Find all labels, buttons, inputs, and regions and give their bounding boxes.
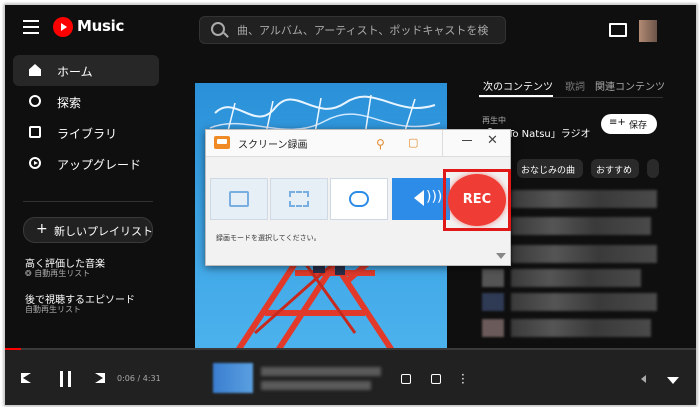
tab-active-indicator: [479, 95, 553, 97]
sidebar-item-label: ライブラリ: [57, 127, 118, 141]
minimize-icon[interactable]: [462, 140, 472, 141]
tab-related[interactable]: 関連コンテンツ: [595, 78, 665, 93]
chip-label: おなじみの曲: [521, 166, 576, 176]
progress-fill: [5, 348, 21, 350]
sidebar-item-upgrade[interactable]: アップグレード: [13, 148, 159, 179]
chip-recommended[interactable]: おすすめ: [591, 159, 639, 178]
expand-icon[interactable]: [667, 377, 679, 384]
youtube-music-logo-icon[interactable]: [53, 17, 73, 37]
rec-button[interactable]: REC: [448, 174, 506, 226]
progress-bar[interactable]: [5, 348, 696, 350]
sidebar-item-label: ホーム: [57, 65, 93, 79]
titlebar-separator: [442, 130, 443, 156]
tab-lyrics[interactable]: 歌詞: [565, 78, 585, 93]
screen-recorder-dialog: スクリーン録画 ⚲ ▢ ✕ ))) REC 録画モードを選択してください。: [205, 129, 511, 266]
chip-familiar[interactable]: おなじみの曲: [517, 159, 583, 178]
cast-icon[interactable]: [609, 23, 627, 37]
queue-item[interactable]: [511, 245, 657, 263]
queue-item[interactable]: [511, 319, 651, 337]
cart-icon[interactable]: ▢: [408, 136, 418, 149]
dislike-icon[interactable]: [401, 374, 411, 384]
sidebar-item-label: アップグレード: [57, 158, 142, 172]
mode-hint: 録画モードを選択してください。: [216, 234, 321, 242]
sidebar-item-library[interactable]: ライブラリ: [13, 117, 159, 148]
playlist-liked-subtitle: ❂ 自動再生リスト: [25, 269, 91, 278]
queue-thumb[interactable]: [482, 319, 504, 337]
youtube-music-window: Music 曲、アルバム、アーティスト、ポッドキャストを検 ホーム 探索 ライブ…: [4, 4, 697, 406]
player-bar: [5, 348, 696, 405]
time-display: 0:06 / 4:31: [117, 374, 161, 383]
tab-divider: [479, 97, 663, 98]
new-playlist-label: 新しいプレイリスト: [54, 225, 153, 238]
mode-region-button[interactable]: [210, 178, 268, 220]
playlist-add-icon: ≡+: [609, 117, 626, 128]
avatar[interactable]: [639, 20, 657, 42]
playlist-episodes-subtitle: 自動再生リスト: [25, 305, 81, 314]
key-icon[interactable]: ⚲: [376, 137, 385, 151]
track-artist[interactable]: [261, 381, 371, 390]
upgrade-icon: [29, 157, 41, 169]
mode-fullscreen-button[interactable]: [270, 178, 328, 220]
save-label: 保存: [629, 121, 648, 131]
plus-icon: +: [36, 221, 48, 237]
new-playlist-button[interactable]: + 新しいプレイリスト: [23, 217, 153, 243]
queue-item[interactable]: [511, 190, 657, 208]
like-icon[interactable]: [431, 374, 441, 384]
sound-waves-icon: ))): [426, 189, 443, 205]
queue-thumb[interactable]: [482, 293, 504, 311]
sidebar-item-explore[interactable]: 探索: [13, 86, 159, 117]
home-icon: [29, 64, 41, 76]
tab-up-next[interactable]: 次のコンテンツ: [483, 78, 553, 93]
mode-game-button[interactable]: [330, 178, 388, 220]
compass-icon: [29, 95, 41, 107]
dialog-title: スクリーン録画: [238, 140, 308, 151]
more-icon[interactable]: · · ·: [461, 369, 465, 389]
sidebar-divider: [23, 201, 153, 202]
search-placeholder[interactable]: 曲、アルバム、アーティスト、ポッドキャストを検: [237, 22, 488, 38]
sidebar-item-label: 探索: [57, 96, 82, 110]
chip-label: おすすめ: [596, 166, 633, 176]
track-title[interactable]: [261, 367, 381, 376]
dropdown-arrow-icon[interactable]: [496, 253, 506, 259]
logo-text[interactable]: Music: [77, 17, 124, 35]
queue-item[interactable]: [511, 269, 641, 287]
close-icon[interactable]: ✕: [487, 133, 498, 148]
sidebar-item-home[interactable]: ホーム: [13, 55, 159, 86]
rec-label: REC: [462, 192, 492, 207]
search-icon: [211, 22, 225, 36]
queue-item[interactable]: [511, 217, 651, 235]
queue-thumb[interactable]: [482, 269, 504, 287]
mode-audio-button[interactable]: ))): [392, 178, 450, 220]
gamepad-icon: [349, 191, 369, 207]
pin-icon: ❂: [25, 269, 32, 278]
chip-more[interactable]: [647, 159, 659, 178]
audio-icon: [414, 190, 424, 206]
pause-icon[interactable]: [59, 371, 73, 387]
track-thumbnail[interactable]: [213, 363, 253, 393]
queue-item[interactable]: [511, 293, 657, 311]
volume-icon[interactable]: [641, 375, 646, 383]
menu-icon[interactable]: [23, 20, 39, 34]
save-button[interactable]: ≡+ 保存: [601, 114, 657, 134]
library-icon: [29, 126, 41, 138]
region-icon: [229, 191, 249, 207]
recorder-logo-icon: [214, 136, 230, 149]
fullscreen-icon: [289, 191, 309, 207]
